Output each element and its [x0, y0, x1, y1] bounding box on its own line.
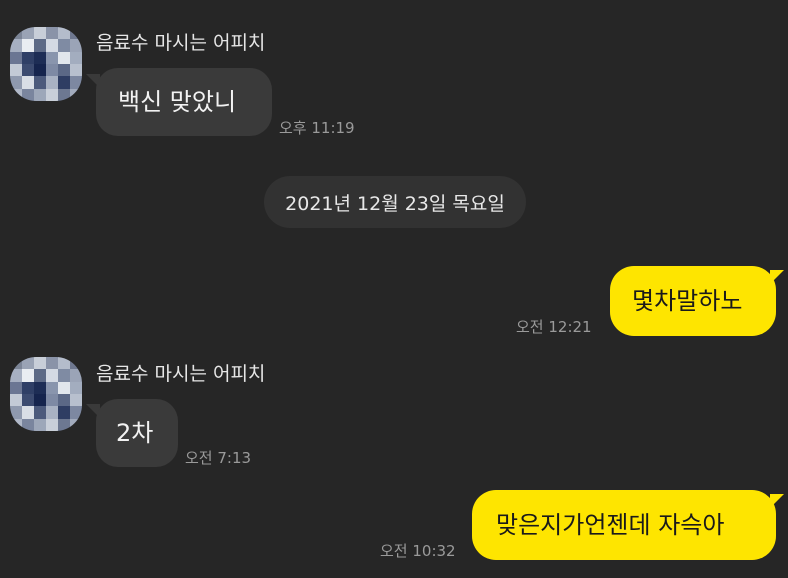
message-timestamp: 오전 10:32 [380, 542, 456, 560]
message-text: 백신 맞았니 [118, 88, 237, 116]
sender-name: 음료수 마시는 어피치 [96, 32, 266, 54]
message-bubble[interactable]: 맞은지가언젠데 자슥아 [472, 490, 776, 560]
message-text: 맞은지가언젠데 자슥아 [496, 511, 725, 539]
bubble-tail [770, 270, 784, 284]
avatar[interactable] [10, 27, 82, 101]
message-timestamp: 오후 11:19 [279, 119, 355, 137]
avatar[interactable] [10, 357, 82, 431]
message-bubble[interactable]: 백신 맞았니 [96, 68, 272, 136]
message-bubble[interactable]: 2차 [96, 399, 178, 467]
message-text: 몇차말하노 [632, 287, 743, 315]
date-divider: 2021년 12월 23일 목요일 [264, 176, 526, 228]
chat-window: 음료수 마시는 어피치 백신 맞았니 오후 11:19 2021년 12월 23… [0, 0, 788, 578]
bubble-tail [770, 494, 784, 508]
message-timestamp: 오전 7:13 [185, 449, 252, 467]
message-bubble[interactable]: 몇차말하노 [610, 266, 776, 336]
message-text: 2차 [116, 419, 154, 447]
message-timestamp: 오전 12:21 [516, 318, 592, 336]
sender-name: 음료수 마시는 어피치 [96, 363, 266, 385]
